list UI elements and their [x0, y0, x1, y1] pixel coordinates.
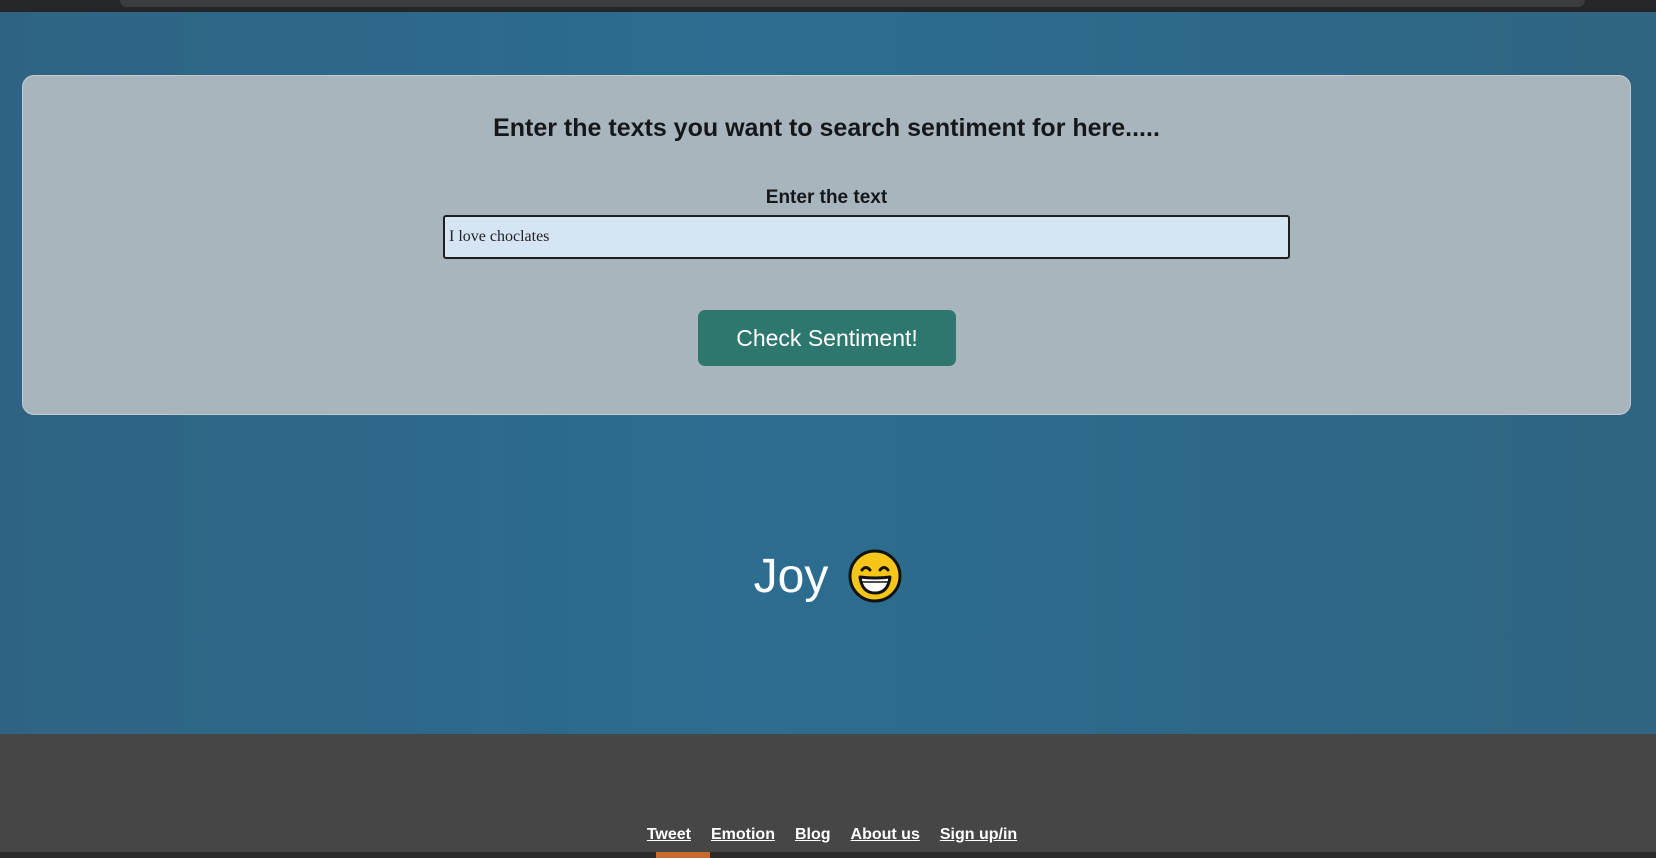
sentiment-form-card: Enter the texts you want to search senti… [22, 75, 1631, 415]
grinning-face-icon [848, 549, 902, 603]
browser-chrome-strip [0, 0, 1656, 12]
footer-nav: Tweet Emotion Blog About us Sign up/in [0, 826, 1656, 844]
address-bar[interactable] [120, 0, 1585, 7]
footer-link-about-us[interactable]: About us [851, 826, 920, 844]
footer-link-tweet[interactable]: Tweet [647, 826, 691, 844]
footer: Tweet Emotion Blog About us Sign up/in [0, 734, 1656, 858]
text-field-label: Enter the text [765, 187, 888, 208]
form-heading: Enter the texts you want to search senti… [493, 114, 1160, 142]
taskbar-strip [0, 852, 1656, 858]
footer-link-blog[interactable]: Blog [795, 826, 831, 844]
footer-link-sign-up-in[interactable]: Sign up/in [940, 826, 1017, 844]
sentiment-result: Joy [0, 546, 1656, 606]
footer-link-emotion[interactable]: Emotion [711, 826, 775, 844]
sentiment-text-input[interactable] [443, 215, 1290, 259]
active-window-marker [656, 852, 710, 858]
emotion-label: Joy [753, 549, 829, 603]
check-sentiment-button[interactable]: Check Sentiment! [698, 310, 956, 366]
